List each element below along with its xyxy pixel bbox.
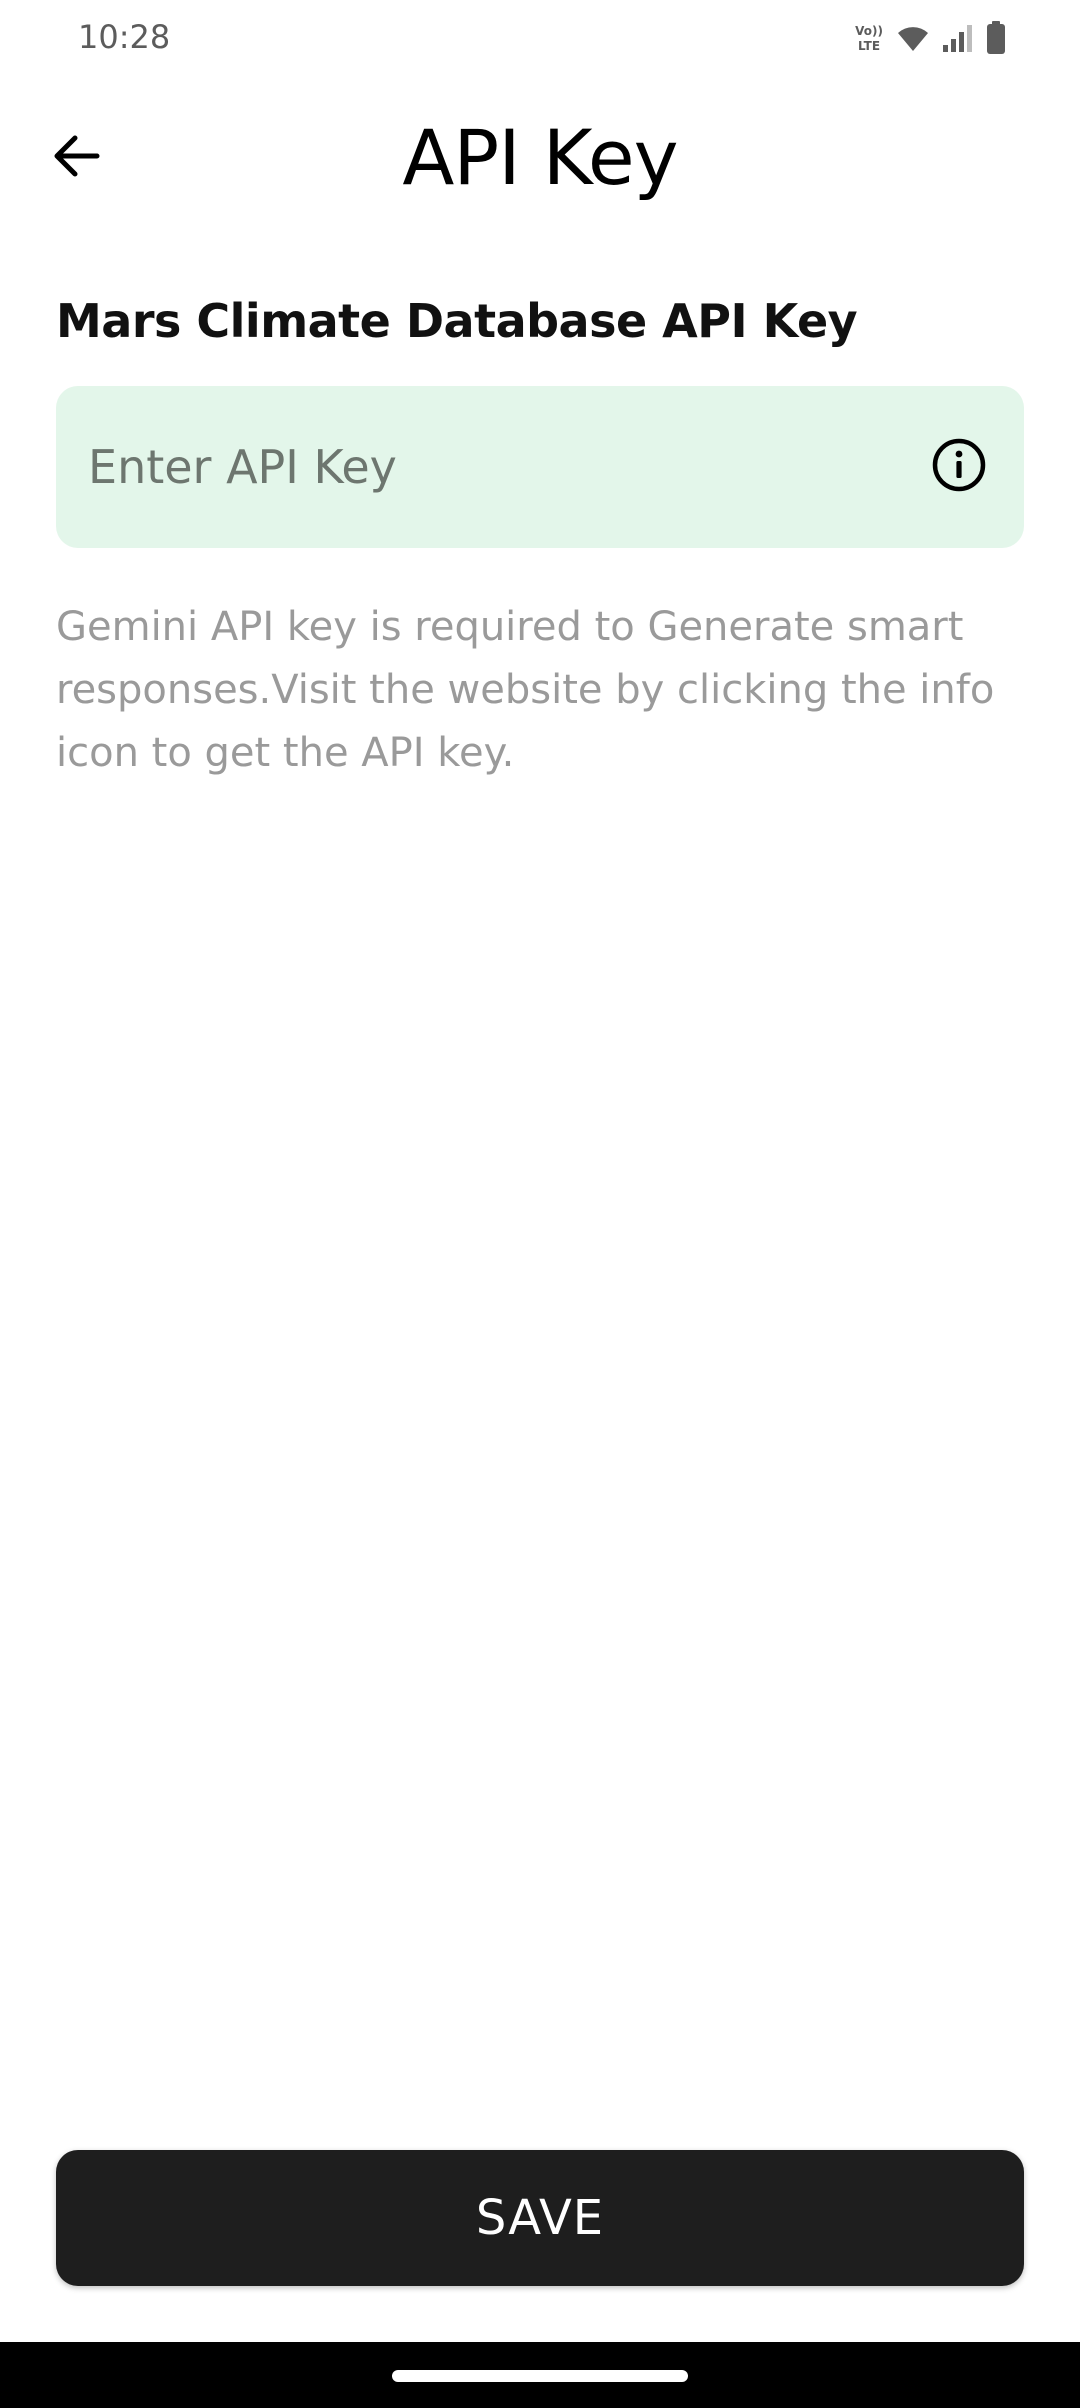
status-bar: 10:28 Vo)) LTE: [0, 0, 1080, 80]
api-key-field: [56, 386, 1024, 548]
home-indicator[interactable]: [392, 2370, 688, 2382]
svg-text:LTE: LTE: [858, 39, 880, 53]
status-time: 10:28: [78, 18, 171, 56]
api-key-input[interactable]: [88, 386, 908, 548]
status-icons: Vo)) LTE: [854, 18, 1006, 58]
save-button[interactable]: SAVE: [56, 2150, 1024, 2286]
battery-icon: [986, 21, 1006, 55]
helper-text: Gemini API key is required to Generate s…: [56, 604, 995, 776]
svg-text:Vo)): Vo)): [855, 24, 883, 38]
page-title: API Key: [402, 113, 678, 202]
app-bar: API Key: [0, 96, 1080, 216]
signal-icon: [942, 23, 974, 53]
info-button[interactable]: [930, 438, 988, 496]
api-key-label: Mars Climate Database API Key: [56, 294, 858, 348]
info-circle-icon: [931, 437, 987, 498]
wifi-icon: [896, 23, 930, 53]
volte-icon: Vo)) LTE: [854, 22, 884, 54]
navigation-bar: [0, 2342, 1080, 2408]
